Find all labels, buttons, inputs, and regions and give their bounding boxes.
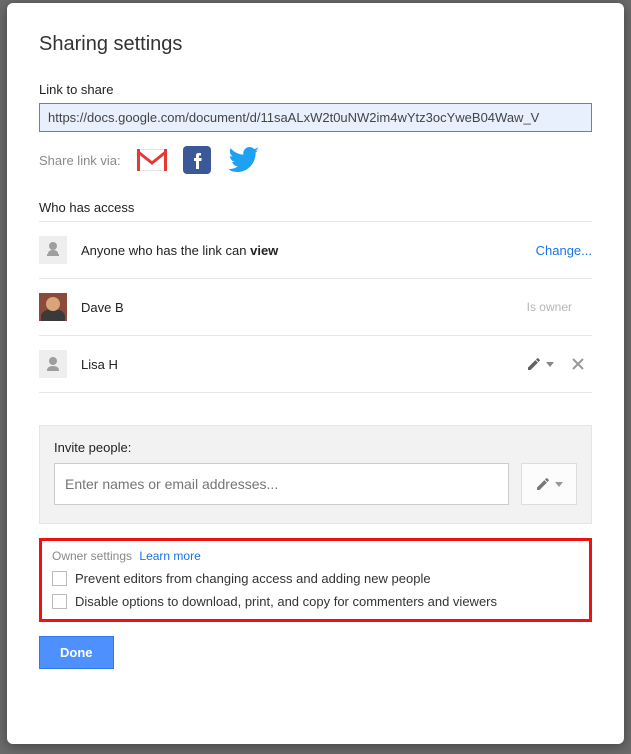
share-url-input[interactable] (39, 103, 592, 132)
pencil-icon (535, 476, 551, 492)
invite-box: Invite people: (39, 425, 592, 524)
avatar (39, 350, 67, 378)
owner-settings-label: Owner settings Learn more (52, 549, 579, 563)
globe-icon (39, 236, 67, 264)
permission-dropdown[interactable] (526, 356, 554, 372)
dialog-title: Sharing settings (39, 33, 592, 56)
sharing-settings-dialog: Sharing settings Link to share Share lin… (7, 3, 624, 744)
checkbox-label: Disable options to download, print, and … (75, 594, 497, 609)
checkbox-disable-download[interactable] (52, 594, 67, 609)
close-icon (572, 358, 584, 370)
invite-input[interactable] (54, 463, 509, 505)
invite-label: Invite people: (54, 440, 577, 455)
link-access-prefix: Anyone who has the link can (81, 243, 250, 258)
person-row-editor: Lisa H (39, 336, 592, 393)
avatar (39, 293, 67, 321)
twitter-icon[interactable] (227, 147, 259, 173)
access-list: Anyone who has the link can view Change.… (39, 221, 592, 393)
link-access-perm: view (250, 243, 278, 258)
gmail-icon[interactable] (137, 149, 167, 171)
share-via-label: Share link via: (39, 153, 121, 168)
person-name: Lisa H (81, 357, 512, 372)
checkbox-label: Prevent editors from changing access and… (75, 571, 431, 586)
caret-down-icon (555, 482, 563, 487)
learn-more-link[interactable]: Learn more (139, 549, 200, 563)
who-has-access-header: Who has access (39, 200, 592, 215)
link-to-share-label: Link to share (39, 82, 592, 97)
change-link[interactable]: Change... (536, 243, 592, 258)
person-row-owner: Dave B Is owner (39, 279, 592, 336)
owner-settings-text: Owner settings (52, 549, 132, 563)
share-via-row: Share link via: (39, 146, 592, 174)
facebook-icon[interactable] (183, 146, 211, 174)
remove-person-button[interactable] (572, 358, 584, 370)
owner-settings-section: Owner settings Learn more Prevent editor… (39, 538, 592, 622)
done-button[interactable]: Done (39, 636, 114, 669)
invite-permission-dropdown[interactable] (521, 463, 577, 505)
pencil-icon (526, 356, 542, 372)
link-access-text: Anyone who has the link can view (81, 243, 522, 258)
checkbox-row-prevent-editors: Prevent editors from changing access and… (52, 571, 579, 586)
checkbox-row-disable-download: Disable options to download, print, and … (52, 594, 579, 609)
owner-label: Is owner (527, 300, 572, 314)
person-name: Dave B (81, 300, 513, 315)
link-access-row: Anyone who has the link can view Change.… (39, 222, 592, 279)
caret-down-icon (546, 362, 554, 367)
checkbox-prevent-editors[interactable] (52, 571, 67, 586)
